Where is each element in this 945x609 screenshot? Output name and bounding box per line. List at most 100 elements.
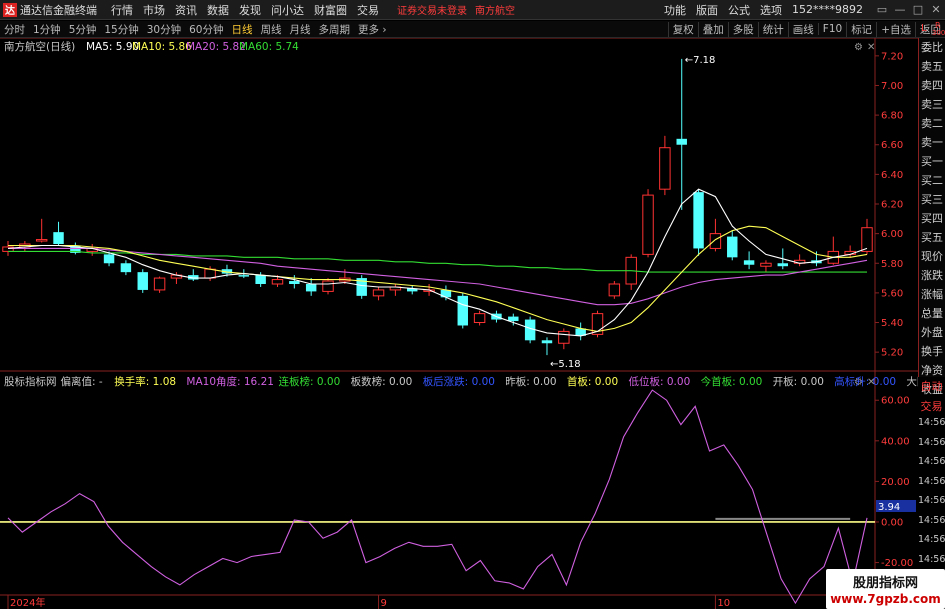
price-tick-label: 5.20 (881, 348, 903, 359)
main-close-icon[interactable]: ✕ (867, 42, 875, 53)
period-1min[interactable]: 1分钟 (33, 22, 61, 37)
indicator-legend-item: 首板: 0.00 (567, 375, 618, 388)
btn-huaxian[interactable]: 画线 (787, 21, 818, 37)
price-tick-label: 5.40 (881, 318, 903, 329)
menu-shuju[interactable]: 数据 (207, 2, 229, 18)
candle-body-up (642, 194, 654, 255)
current-stock-name: 南方航空 (475, 6, 515, 17)
candle-body-up (659, 147, 671, 190)
date-label: 9 (381, 598, 387, 609)
side-panel-item[interactable]: 外盘 (919, 323, 945, 342)
indicator-legend-item: 板后涨跌: 0.00 (423, 375, 495, 388)
trade-login-notice[interactable]: 证券交易未登录 (397, 2, 467, 17)
side-panel-item[interactable]: 涨幅 (919, 285, 945, 304)
btn-fuquan[interactable]: 复权 (667, 21, 698, 37)
side-panel-item[interactable]: 买五 (919, 228, 945, 247)
period-multi[interactable]: 多周期 (319, 22, 351, 37)
ma10-value: MA10: 5.86 (132, 41, 192, 53)
side-panel-item[interactable]: 卖五 (919, 57, 945, 76)
candle-body-up (760, 262, 772, 267)
menu-gongshi[interactable]: 公式 (728, 2, 750, 18)
menu-shichang[interactable]: 市场 (143, 2, 165, 18)
user-account[interactable]: 152****9892 (792, 3, 863, 16)
candle-body-down (137, 272, 148, 290)
minimize-icon[interactable]: — (891, 3, 909, 16)
date-label: 10 (717, 598, 730, 609)
candle-body-up (153, 277, 166, 291)
menu-jiaoyi[interactable]: 交易 (357, 2, 379, 18)
menu-xuanxiang[interactable]: 选项 (760, 2, 782, 18)
indicator-legend-item: 偏离值: - (61, 375, 103, 388)
candle-body-up (322, 280, 334, 292)
period-more[interactable]: 更多 › (358, 22, 387, 37)
menu-gongneng[interactable]: 功能 (664, 2, 686, 18)
indicator-legend-item: 换手率: 1.08 (114, 375, 176, 388)
candle-body-down (743, 260, 755, 265)
period-fenshi[interactable]: 分时 (4, 22, 25, 37)
btn-diejia[interactable]: 叠加 (697, 21, 728, 37)
period-30min[interactable]: 30分钟 (147, 22, 181, 37)
side-panel-item[interactable]: 买三 (919, 190, 945, 209)
menu-hangqing[interactable]: 行情 (111, 2, 133, 18)
menu-faxian[interactable]: 发现 (239, 2, 261, 18)
restore-icon[interactable]: ▭ (873, 3, 891, 16)
price-tick-label: 7.00 (881, 81, 903, 92)
period-weekly[interactable]: 周线 (261, 22, 282, 37)
menu-zixun[interactable]: 资讯 (175, 2, 197, 18)
period-daily[interactable]: 日线 (232, 22, 253, 37)
indicator-current-value: 3.94 (878, 502, 900, 513)
kline-chart[interactable]: 7.20 7.00 6.80 6.60 6.40 6.20 6.00 5.80 5.60 5.40… (0, 38, 918, 609)
period-15min[interactable]: 15分钟 (104, 22, 138, 37)
period-5min[interactable]: 5分钟 (69, 22, 97, 37)
watermark: 股朋指标网 www.7gpzb.com (826, 569, 945, 609)
side-panel-item[interactable]: 买四 (919, 209, 945, 228)
candle-body-down (457, 295, 468, 326)
side-panel-item[interactable]: 总量 (919, 304, 945, 323)
ma20-line (8, 247, 868, 306)
indicator-tick-label: 0.00 (881, 517, 903, 528)
date-label: 2024年 (10, 596, 45, 609)
side-panel-item[interactable]: 换手 (919, 342, 945, 361)
candle-body-up (204, 268, 216, 279)
side-panel-item[interactable]: 卖四 (919, 76, 945, 95)
btn-biaoji[interactable]: 标记 (846, 21, 876, 37)
time-label: 14:56 (918, 553, 945, 565)
candle-body-down (53, 232, 64, 244)
trade-button[interactable]: 交易 (918, 398, 945, 414)
candle-body-up (558, 330, 570, 344)
side-panel-item[interactable]: 涨跌 (919, 266, 945, 285)
lr-indicator[interactable]: L R 300 (918, 21, 945, 38)
side-panel-item[interactable]: 卖一 (919, 133, 945, 152)
price-tick-label: 6.20 (881, 200, 903, 211)
time-label: 14:56 (918, 534, 945, 545)
candle-body-down (727, 236, 738, 258)
side-panel-item[interactable]: 买二 (919, 171, 945, 190)
btn-f10[interactable]: F10 (817, 23, 846, 35)
indicator-tick-label: 20.00 (881, 477, 910, 488)
side-panel-item[interactable]: 买一 (919, 152, 945, 171)
period-monthly[interactable]: 月线 (290, 22, 311, 37)
time-label: 14:56 (918, 417, 945, 428)
candle-body-up (35, 239, 48, 242)
auto-mode-button[interactable]: 自动 (918, 378, 945, 394)
title-bar: 达 通达信金融终端 行情 市场 资讯 数据 发现 问小达 财富圈 交易 证券交易… (0, 0, 945, 20)
close-icon[interactable]: ✕ (927, 3, 945, 16)
menu-caifuquan[interactable]: 财富圈 (314, 2, 347, 18)
side-panel-item[interactable]: 委比 (919, 38, 945, 57)
side-panel-item[interactable]: 卖二 (919, 114, 945, 133)
candle-body-down (255, 275, 266, 284)
btn-duogu[interactable]: 多股 (727, 21, 758, 37)
maximize-icon[interactable]: □ (909, 3, 927, 16)
side-panel-item[interactable]: 现价 (919, 247, 945, 266)
period-60min[interactable]: 60分钟 (189, 22, 223, 37)
candle-body-down (777, 263, 789, 267)
indicator-legend-item: 低位板: 0.00 (629, 375, 691, 388)
btn-add-watchlist[interactable]: +自选 (876, 21, 915, 37)
watermark-title: 股朋指标网 (852, 576, 918, 591)
candle-body-up (608, 283, 621, 297)
btn-tongji[interactable]: 统计 (757, 21, 788, 37)
menu-wenxiaoda[interactable]: 问小达 (271, 2, 304, 18)
menu-banmian[interactable]: 版面 (696, 2, 718, 18)
main-settings-icon[interactable]: ⚙ (854, 42, 863, 53)
side-panel-item[interactable]: 卖三 (919, 95, 945, 114)
